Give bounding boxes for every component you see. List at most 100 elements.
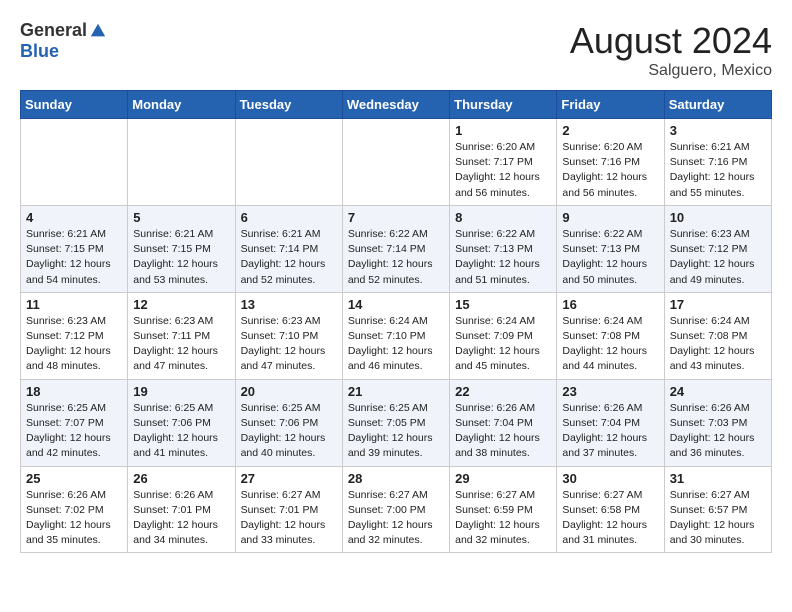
calendar-day-header: Monday <box>128 91 235 119</box>
day-info: Sunrise: 6:20 AMSunset: 7:16 PMDaylight:… <box>562 140 658 201</box>
day-number: 1 <box>455 123 551 138</box>
calendar-day-cell: 4 Sunrise: 6:21 AMSunset: 7:15 PMDayligh… <box>21 205 128 292</box>
day-number: 13 <box>241 297 337 312</box>
day-info: Sunrise: 6:23 AMSunset: 7:12 PMDaylight:… <box>670 227 766 288</box>
day-number: 22 <box>455 384 551 399</box>
page-header: General Blue August 2024 Salguero, Mexic… <box>20 20 772 80</box>
day-number: 27 <box>241 471 337 486</box>
calendar-day-cell: 5 Sunrise: 6:21 AMSunset: 7:15 PMDayligh… <box>128 205 235 292</box>
day-number: 14 <box>348 297 444 312</box>
calendar-week-row: 25 Sunrise: 6:26 AMSunset: 7:02 PMDaylig… <box>21 466 772 553</box>
calendar-day-cell: 25 Sunrise: 6:26 AMSunset: 7:02 PMDaylig… <box>21 466 128 553</box>
calendar-day-cell: 31 Sunrise: 6:27 AMSunset: 6:57 PMDaylig… <box>664 466 771 553</box>
day-number: 6 <box>241 210 337 225</box>
calendar-day-cell: 10 Sunrise: 6:23 AMSunset: 7:12 PMDaylig… <box>664 205 771 292</box>
day-info: Sunrise: 6:24 AMSunset: 7:08 PMDaylight:… <box>562 314 658 375</box>
calendar-day-cell <box>235 119 342 206</box>
calendar-day-cell: 8 Sunrise: 6:22 AMSunset: 7:13 PMDayligh… <box>450 205 557 292</box>
day-number: 2 <box>562 123 658 138</box>
calendar-day-cell: 9 Sunrise: 6:22 AMSunset: 7:13 PMDayligh… <box>557 205 664 292</box>
subtitle: Salguero, Mexico <box>570 62 772 80</box>
day-number: 25 <box>26 471 122 486</box>
calendar-day-cell: 3 Sunrise: 6:21 AMSunset: 7:16 PMDayligh… <box>664 119 771 206</box>
day-number: 26 <box>133 471 229 486</box>
day-number: 5 <box>133 210 229 225</box>
calendar-day-cell: 29 Sunrise: 6:27 AMSunset: 6:59 PMDaylig… <box>450 466 557 553</box>
day-info: Sunrise: 6:22 AMSunset: 7:14 PMDaylight:… <box>348 227 444 288</box>
calendar-day-header: Thursday <box>450 91 557 119</box>
calendar-day-cell: 30 Sunrise: 6:27 AMSunset: 6:58 PMDaylig… <box>557 466 664 553</box>
calendar-day-cell: 27 Sunrise: 6:27 AMSunset: 7:01 PMDaylig… <box>235 466 342 553</box>
calendar-day-cell: 2 Sunrise: 6:20 AMSunset: 7:16 PMDayligh… <box>557 119 664 206</box>
day-number: 18 <box>26 384 122 399</box>
calendar-day-cell: 26 Sunrise: 6:26 AMSunset: 7:01 PMDaylig… <box>128 466 235 553</box>
day-number: 4 <box>26 210 122 225</box>
day-info: Sunrise: 6:25 AMSunset: 7:07 PMDaylight:… <box>26 401 122 462</box>
day-number: 20 <box>241 384 337 399</box>
calendar-day-cell: 19 Sunrise: 6:25 AMSunset: 7:06 PMDaylig… <box>128 379 235 466</box>
day-info: Sunrise: 6:22 AMSunset: 7:13 PMDaylight:… <box>562 227 658 288</box>
day-info: Sunrise: 6:24 AMSunset: 7:09 PMDaylight:… <box>455 314 551 375</box>
main-title: August 2024 <box>570 20 772 62</box>
day-info: Sunrise: 6:26 AMSunset: 7:01 PMDaylight:… <box>133 488 229 549</box>
calendar-day-cell: 13 Sunrise: 6:23 AMSunset: 7:10 PMDaylig… <box>235 292 342 379</box>
calendar-day-cell: 12 Sunrise: 6:23 AMSunset: 7:11 PMDaylig… <box>128 292 235 379</box>
day-info: Sunrise: 6:23 AMSunset: 7:11 PMDaylight:… <box>133 314 229 375</box>
day-number: 10 <box>670 210 766 225</box>
calendar-day-cell: 7 Sunrise: 6:22 AMSunset: 7:14 PMDayligh… <box>342 205 449 292</box>
day-info: Sunrise: 6:25 AMSunset: 7:05 PMDaylight:… <box>348 401 444 462</box>
day-number: 28 <box>348 471 444 486</box>
calendar-day-cell: 22 Sunrise: 6:26 AMSunset: 7:04 PMDaylig… <box>450 379 557 466</box>
day-number: 12 <box>133 297 229 312</box>
calendar-day-cell <box>128 119 235 206</box>
calendar-day-cell: 28 Sunrise: 6:27 AMSunset: 7:00 PMDaylig… <box>342 466 449 553</box>
day-number: 19 <box>133 384 229 399</box>
day-info: Sunrise: 6:21 AMSunset: 7:14 PMDaylight:… <box>241 227 337 288</box>
day-number: 29 <box>455 471 551 486</box>
calendar-day-cell: 15 Sunrise: 6:24 AMSunset: 7:09 PMDaylig… <box>450 292 557 379</box>
day-number: 30 <box>562 471 658 486</box>
calendar-day-cell: 20 Sunrise: 6:25 AMSunset: 7:06 PMDaylig… <box>235 379 342 466</box>
calendar-table: SundayMondayTuesdayWednesdayThursdayFrid… <box>20 90 772 553</box>
day-number: 9 <box>562 210 658 225</box>
title-block: August 2024 Salguero, Mexico <box>570 20 772 80</box>
calendar-day-cell: 1 Sunrise: 6:20 AMSunset: 7:17 PMDayligh… <box>450 119 557 206</box>
calendar-day-cell: 24 Sunrise: 6:26 AMSunset: 7:03 PMDaylig… <box>664 379 771 466</box>
day-number: 8 <box>455 210 551 225</box>
day-number: 11 <box>26 297 122 312</box>
calendar-week-row: 1 Sunrise: 6:20 AMSunset: 7:17 PMDayligh… <box>21 119 772 206</box>
day-number: 7 <box>348 210 444 225</box>
day-number: 3 <box>670 123 766 138</box>
calendar-header-row: SundayMondayTuesdayWednesdayThursdayFrid… <box>21 91 772 119</box>
day-info: Sunrise: 6:24 AMSunset: 7:08 PMDaylight:… <box>670 314 766 375</box>
day-number: 21 <box>348 384 444 399</box>
day-number: 15 <box>455 297 551 312</box>
calendar-week-row: 4 Sunrise: 6:21 AMSunset: 7:15 PMDayligh… <box>21 205 772 292</box>
calendar-day-header: Saturday <box>664 91 771 119</box>
day-info: Sunrise: 6:21 AMSunset: 7:16 PMDaylight:… <box>670 140 766 201</box>
calendar-day-header: Tuesday <box>235 91 342 119</box>
calendar-week-row: 18 Sunrise: 6:25 AMSunset: 7:07 PMDaylig… <box>21 379 772 466</box>
day-number: 16 <box>562 297 658 312</box>
day-info: Sunrise: 6:20 AMSunset: 7:17 PMDaylight:… <box>455 140 551 201</box>
logo: General Blue <box>20 20 107 62</box>
day-number: 31 <box>670 471 766 486</box>
day-info: Sunrise: 6:21 AMSunset: 7:15 PMDaylight:… <box>133 227 229 288</box>
calendar-day-cell: 23 Sunrise: 6:26 AMSunset: 7:04 PMDaylig… <box>557 379 664 466</box>
day-info: Sunrise: 6:27 AMSunset: 6:59 PMDaylight:… <box>455 488 551 549</box>
logo-icon <box>89 22 107 40</box>
day-info: Sunrise: 6:26 AMSunset: 7:04 PMDaylight:… <box>455 401 551 462</box>
day-info: Sunrise: 6:23 AMSunset: 7:12 PMDaylight:… <box>26 314 122 375</box>
calendar-day-cell <box>21 119 128 206</box>
day-number: 17 <box>670 297 766 312</box>
calendar-day-cell: 21 Sunrise: 6:25 AMSunset: 7:05 PMDaylig… <box>342 379 449 466</box>
logo-blue-text: Blue <box>20 41 59 61</box>
calendar-day-cell: 18 Sunrise: 6:25 AMSunset: 7:07 PMDaylig… <box>21 379 128 466</box>
calendar-day-cell: 14 Sunrise: 6:24 AMSunset: 7:10 PMDaylig… <box>342 292 449 379</box>
day-info: Sunrise: 6:22 AMSunset: 7:13 PMDaylight:… <box>455 227 551 288</box>
day-number: 24 <box>670 384 766 399</box>
day-info: Sunrise: 6:21 AMSunset: 7:15 PMDaylight:… <box>26 227 122 288</box>
calendar-day-header: Sunday <box>21 91 128 119</box>
calendar-day-cell: 16 Sunrise: 6:24 AMSunset: 7:08 PMDaylig… <box>557 292 664 379</box>
logo-general-text: General <box>20 20 87 41</box>
